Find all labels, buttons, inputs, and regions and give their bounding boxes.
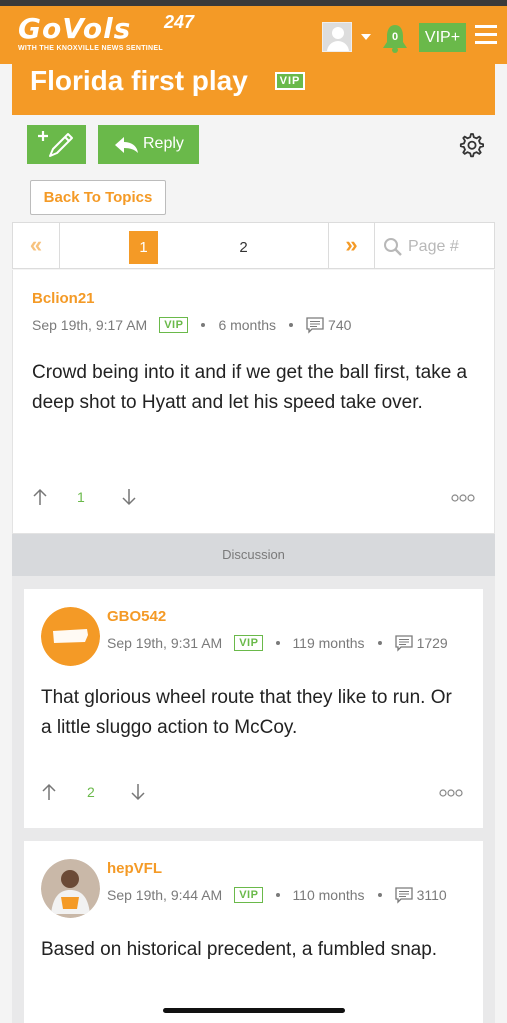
- page-title: Florida first play: [30, 65, 248, 96]
- upvote-arrow-icon[interactable]: [32, 487, 48, 507]
- page-1-button[interactable]: 1: [129, 231, 158, 264]
- separator-dot: [377, 893, 382, 897]
- discussion-divider: Discussion: [12, 534, 495, 576]
- reply-button[interactable]: Reply: [98, 125, 199, 164]
- vip-badge: VIP: [275, 72, 305, 90]
- more-options-icon[interactable]: [439, 788, 463, 798]
- reply-meta: Sep 19th, 9:31 AM VIP 119 months 1729: [107, 634, 448, 652]
- home-indicator[interactable]: [163, 1008, 345, 1013]
- reply-date: Sep 19th, 9:44 AM: [107, 887, 223, 903]
- more-options-icon[interactable]: [451, 493, 475, 503]
- reply-card: hepVFL Sep 19th, 9:44 AM VIP 110 months …: [24, 841, 483, 1023]
- separator-dot: [276, 893, 281, 897]
- logo-main-text: GoVols: [18, 12, 132, 45]
- site-header: GoVols 247 WITH THE KNOXVILLE NEWS SENTI…: [0, 6, 507, 64]
- original-post: Bclion21 Sep 19th, 9:17 AM VIP 6 months …: [12, 270, 495, 534]
- logo-subtitle: WITH THE KNOXVILLE NEWS SENTINEL: [18, 45, 163, 52]
- hamburger-menu-icon[interactable]: [475, 25, 497, 45]
- notification-count: 0: [391, 31, 399, 43]
- posts-icon: [306, 316, 324, 334]
- vote-row: 1: [32, 487, 478, 511]
- vote-score: 1: [77, 489, 85, 505]
- tennessee-logo-avatar: [41, 607, 100, 666]
- next-page-button[interactable]: »: [328, 223, 375, 268]
- separator-dot: [289, 323, 294, 327]
- user-avatar[interactable]: [322, 22, 352, 52]
- vote-row: 2: [41, 782, 468, 806]
- posts-icon: [394, 886, 413, 904]
- post-count: 3110: [416, 887, 447, 903]
- post-meta: Sep 19th, 9:17 AM VIP 6 months 740: [32, 316, 351, 334]
- gear-icon[interactable]: [458, 132, 484, 158]
- post-count: 740: [328, 317, 352, 333]
- post-count: 1729: [416, 635, 448, 651]
- reply-label: Reply: [143, 135, 184, 152]
- site-logo[interactable]: GoVols 247 WITH THE KNOXVILLE NEWS SENTI…: [18, 12, 194, 52]
- member-tenure: 6 months: [218, 317, 277, 333]
- vip-badge: VIP: [234, 635, 264, 651]
- logo-247-text: 247: [164, 12, 195, 32]
- post-body: Crowd being into it and if we get the ba…: [32, 362, 468, 413]
- upvote-arrow-icon[interactable]: [41, 782, 57, 802]
- user-photo-avatar: [41, 859, 100, 918]
- vip-badge: VIP: [234, 887, 264, 903]
- back-to-topics-button[interactable]: Back To Topics: [30, 180, 166, 215]
- reply-author[interactable]: GBO542: [107, 608, 166, 625]
- reply-arrow-icon: [115, 137, 138, 153]
- post-date: Sep 19th, 9:17 AM: [32, 317, 148, 333]
- pagination: « 1 2 »: [12, 222, 495, 269]
- chevron-down-icon[interactable]: [361, 34, 371, 40]
- prev-page-button[interactable]: «: [13, 223, 60, 268]
- separator-dot: [201, 323, 206, 327]
- reply-card: GBO542 Sep 19th, 9:31 AM VIP 119 months …: [24, 589, 483, 828]
- reply-body: Based on historical precedent, a fumbled…: [41, 939, 438, 960]
- page-number-input[interactable]: [408, 235, 488, 259]
- reply-author[interactable]: hepVFL: [107, 860, 162, 877]
- vip-plus-button[interactable]: VIP+: [419, 23, 466, 52]
- separator-dot: [377, 641, 382, 645]
- new-topic-button[interactable]: [27, 125, 86, 164]
- member-tenure: 119 months: [292, 635, 365, 651]
- post-author[interactable]: Bclion21: [32, 290, 95, 307]
- downvote-arrow-icon[interactable]: [121, 487, 137, 507]
- posts-icon: [394, 634, 413, 652]
- avatar[interactable]: [41, 859, 100, 918]
- reply-date: Sep 19th, 9:31 AM: [107, 635, 223, 651]
- downvote-arrow-icon[interactable]: [130, 782, 146, 802]
- avatar[interactable]: [41, 607, 100, 666]
- topic-title-bar: Florida first play VIP: [12, 64, 495, 115]
- reply-body: That glorious wheel route that they like…: [41, 687, 452, 738]
- member-tenure: 110 months: [292, 887, 365, 903]
- compose-icon: [38, 131, 73, 157]
- vip-badge: VIP: [159, 317, 189, 333]
- reply-meta: Sep 19th, 9:44 AM VIP 110 months 3110: [107, 886, 447, 904]
- search-icon: [384, 238, 402, 256]
- topic-toolbar: Reply: [12, 115, 495, 173]
- vote-score: 2: [87, 784, 95, 800]
- page: GoVols 247 WITH THE KNOXVILLE NEWS SENTI…: [0, 0, 507, 1023]
- notification-bell[interactable]: 0: [382, 23, 408, 53]
- page-2-button[interactable]: 2: [231, 231, 256, 264]
- separator-dot: [276, 641, 281, 645]
